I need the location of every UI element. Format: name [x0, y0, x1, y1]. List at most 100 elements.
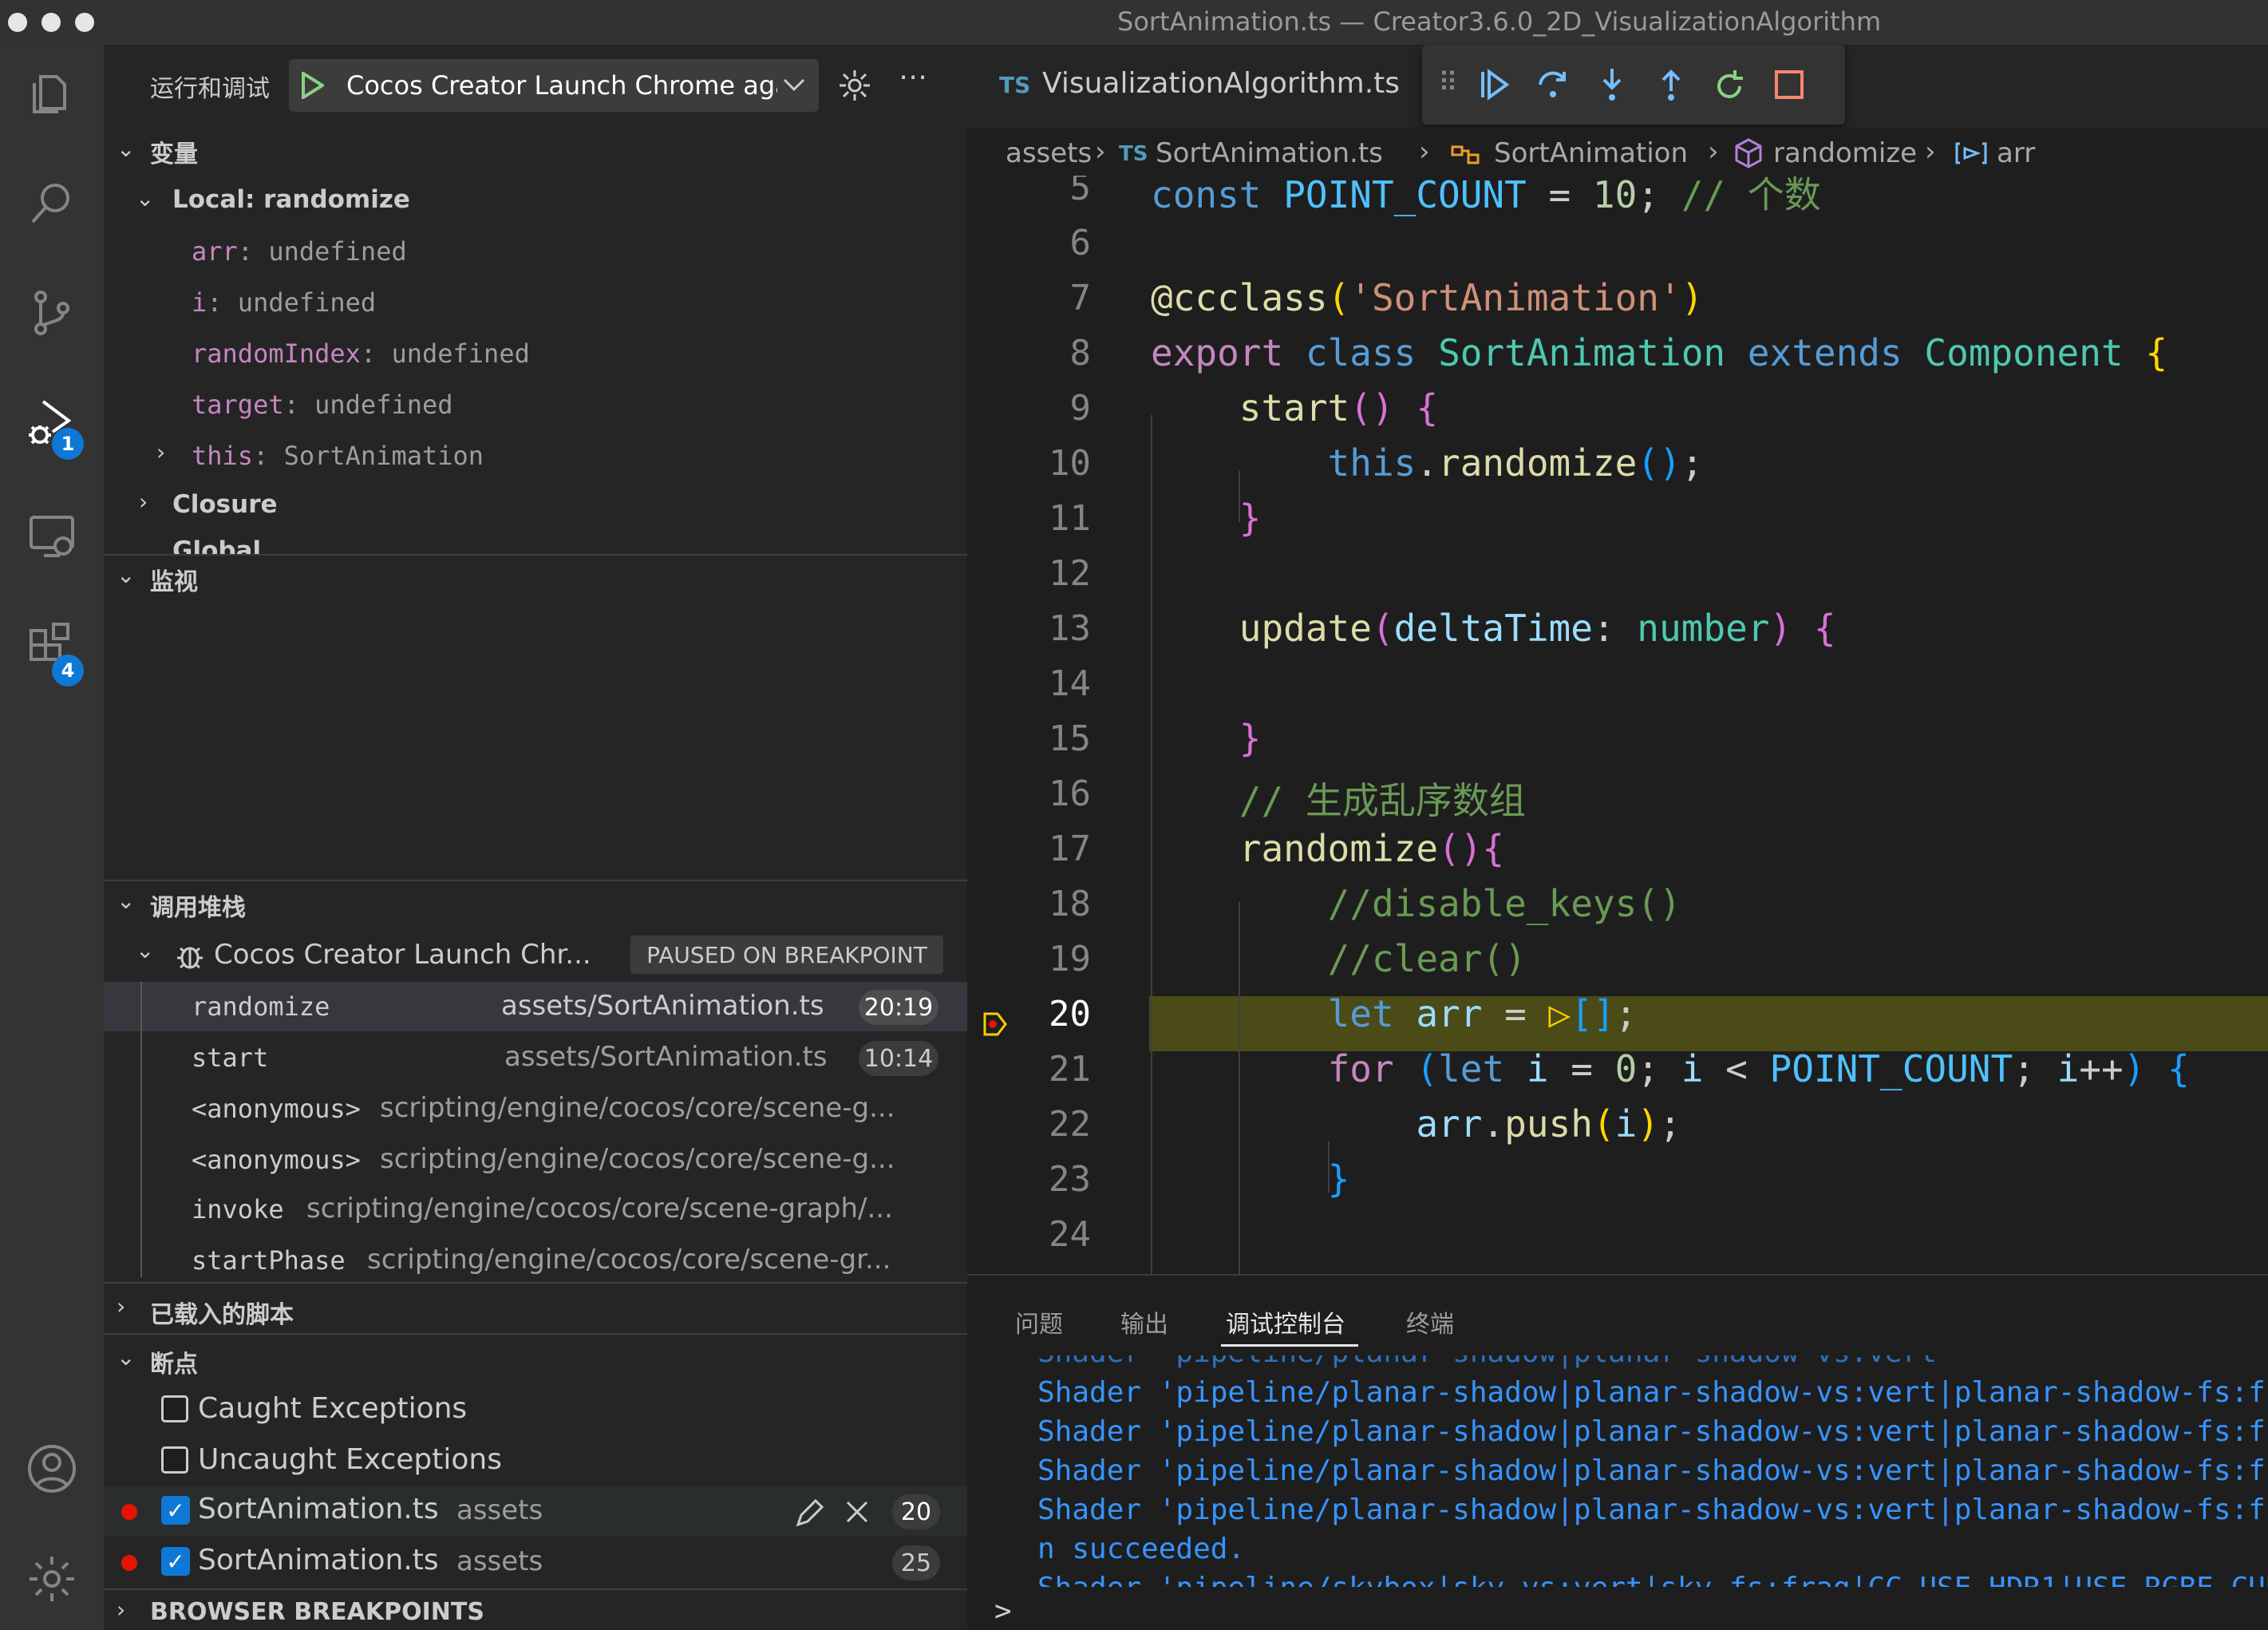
stack-frame[interactable]: startPhase scripting/engine/cocos/core/s… — [104, 1236, 967, 1285]
line-number: 6 — [1069, 223, 1092, 263]
launch-config-dropdown[interactable]: Cocos Creator Launch Chrome aga — [289, 59, 819, 112]
stack-frame[interactable]: <anonymous> scripting/engine/cocos/core/… — [104, 1135, 967, 1185]
stop-icon[interactable] — [1773, 69, 1805, 101]
accounts-icon[interactable] — [20, 1437, 84, 1501]
uncaught-exceptions-checkbox[interactable] — [161, 1446, 188, 1474]
breakpoint-row[interactable]: ✓ SortAnimation.ts assets 25 — [104, 1537, 967, 1587]
chevron-right-icon[interactable]: › — [117, 1293, 125, 1319]
code-editor[interactable]: 5 6 7 8 9 10 11 12 13 14 15 16 17 18 19 … — [967, 176, 2268, 1274]
stack-frame[interactable]: randomize assets/SortAnimation.ts 20:19 — [104, 982, 967, 1031]
console-line-partial: Shader 'pipeline/planar-shadow|planar-sh… — [1037, 1355, 1937, 1369]
step-into-icon[interactable] — [1594, 67, 1630, 102]
zoom-window-button[interactable] — [75, 13, 94, 32]
breakpoint-file: SortAnimation.ts — [198, 1544, 439, 1577]
variable-row[interactable]: randomIndex: undefined — [192, 338, 530, 369]
frame-name: randomize — [192, 991, 330, 1022]
chevron-right-icon: › — [1095, 136, 1106, 168]
scope-local[interactable]: Local: randomize — [172, 185, 410, 214]
console-input-prompt[interactable]: > — [994, 1595, 1012, 1628]
breakpoints-section-title[interactable]: 断点 — [150, 1344, 198, 1379]
breadcrumb-symbol[interactable]: arr — [1997, 137, 2035, 169]
stack-frame[interactable]: invoke scripting/engine/cocos/core/scene… — [104, 1185, 967, 1234]
stack-frame[interactable]: <anonymous> scripting/engine/cocos/core/… — [104, 1084, 967, 1133]
debug-session-name[interactable]: Cocos Creator Launch Chr... — [214, 939, 591, 971]
variables-section-title[interactable]: 变量 — [150, 134, 198, 169]
chevron-down-icon[interactable]: ⌄ — [117, 562, 135, 588]
tab-title: VisualizationAlgorithm.ts — [1042, 67, 1401, 100]
breakpoint-dir: assets — [456, 1494, 543, 1526]
breakpoint-enabled-checkbox[interactable]: ✓ — [161, 1547, 190, 1576]
tab-debug-console[interactable]: 调试控制台 — [1226, 1304, 1345, 1339]
minimize-window-button[interactable] — [41, 13, 61, 32]
remote-explorer-icon[interactable] — [20, 504, 84, 568]
line-number: 8 — [1069, 333, 1092, 374]
manage-gear-icon[interactable] — [20, 1547, 84, 1611]
chevron-down-icon[interactable]: ⌄ — [117, 136, 135, 162]
tab-problems[interactable]: 问题 — [1015, 1304, 1063, 1339]
breadcrumb-file[interactable]: SortAnimation.ts — [1156, 137, 1383, 169]
chevron-right-icon[interactable]: › — [117, 1596, 125, 1623]
code-line: update(deltaTime: number) { — [1239, 607, 1836, 650]
editor-tab[interactable]: TS VisualizationAlgorithm.ts — [967, 45, 1414, 128]
caught-exceptions-checkbox[interactable] — [161, 1395, 188, 1422]
breadcrumb-method[interactable]: randomize — [1773, 137, 1917, 169]
divider — [104, 1282, 967, 1284]
frame-position: 20:19 — [859, 990, 938, 1025]
debug-toolbar: ⠿ — [1422, 45, 1845, 125]
variable-row[interactable]: i: undefined — [192, 287, 376, 318]
tab-terminal[interactable]: 终端 — [1406, 1304, 1454, 1339]
tab-output[interactable]: 输出 — [1120, 1304, 1168, 1339]
frame-file: assets/SortAnimation.ts — [504, 1041, 828, 1073]
start-debugging-icon[interactable] — [300, 72, 324, 99]
line-number: 7 — [1069, 278, 1092, 318]
code-line: } — [1327, 1157, 1350, 1201]
remove-breakpoint-close-icon[interactable] — [844, 1499, 870, 1525]
code-line: for (let i = 0; i < POINT_COUNT; i++) { — [1327, 1047, 2190, 1090]
source-control-icon[interactable] — [20, 281, 84, 345]
chevron-down-icon[interactable]: ⌄ — [136, 185, 154, 212]
console-line: Shader 'pipeline/planar-shadow|planar-sh… — [1037, 1376, 2268, 1409]
chevron-down-icon — [783, 78, 805, 92]
drag-handle-icon[interactable]: ⠿ — [1438, 67, 1458, 99]
code-line: //disable_keys() — [1327, 882, 1681, 925]
line-number: 23 — [1049, 1159, 1091, 1200]
breadcrumb-folder[interactable]: assets — [1006, 137, 1092, 169]
bottom-panel: 问题 输出 调试控制台 终端 Shader 'pipeline/planar-s… — [967, 1274, 2268, 1630]
callstack-section-title[interactable]: 调用堆栈 — [150, 888, 246, 923]
search-icon[interactable] — [20, 171, 84, 235]
step-out-icon[interactable] — [1654, 67, 1689, 102]
continue-icon[interactable] — [1476, 67, 1511, 102]
step-over-icon[interactable] — [1535, 67, 1571, 102]
variable-row[interactable]: target: undefined — [192, 390, 453, 420]
chevron-down-icon[interactable]: ⌄ — [117, 888, 135, 914]
breakpoint-dot-icon — [121, 1555, 137, 1571]
chevron-right-icon[interactable]: › — [156, 439, 165, 465]
edit-breakpoint-pencil-icon[interactable] — [793, 1497, 825, 1529]
chevron-down-icon[interactable]: ⌄ — [117, 1344, 135, 1371]
restart-icon[interactable] — [1713, 67, 1748, 102]
scope-closure[interactable]: Closure — [172, 490, 278, 519]
chevron-down-icon[interactable]: ⌄ — [136, 937, 154, 963]
close-window-button[interactable] — [8, 13, 27, 32]
line-number: 12 — [1049, 553, 1091, 594]
variable-row[interactable]: arr: undefined — [192, 236, 407, 267]
uncaught-exceptions-label: Uncaught Exceptions — [198, 1443, 502, 1476]
loaded-scripts-section-title[interactable]: 已载入的脚本 — [150, 1295, 294, 1330]
debug-console-output[interactable]: Shader 'pipeline/planar-shadow|planar-sh… — [967, 1355, 2268, 1587]
browser-breakpoints-section-title[interactable]: BROWSER BREAKPOINTS — [150, 1598, 484, 1626]
scope-global-clipped[interactable]: Global — [104, 536, 967, 554]
run-and-debug-icon[interactable]: 1 — [20, 391, 84, 460]
explorer-icon[interactable] — [20, 61, 84, 125]
breadcrumb-class[interactable]: SortAnimation — [1494, 137, 1688, 169]
more-actions-icon[interactable]: ⋯ — [899, 61, 927, 93]
stack-frame[interactable]: start assets/SortAnimation.ts 10:14 — [104, 1033, 967, 1082]
open-launch-json-gear-icon[interactable] — [838, 69, 871, 102]
watch-section-title[interactable]: 监视 — [150, 562, 198, 597]
variable-row[interactable]: this: SortAnimation — [192, 441, 484, 471]
breakpoint-row[interactable]: ✓ SortAnimation.ts assets 20 — [104, 1486, 967, 1536]
extensions-icon[interactable]: 4 — [20, 615, 84, 686]
chevron-right-icon[interactable]: › — [139, 489, 148, 515]
breakpoint-enabled-checkbox[interactable]: ✓ — [161, 1496, 190, 1525]
variable-value: undefined — [391, 338, 530, 369]
code-line: let arr = ▷[]; — [1327, 992, 1638, 1035]
